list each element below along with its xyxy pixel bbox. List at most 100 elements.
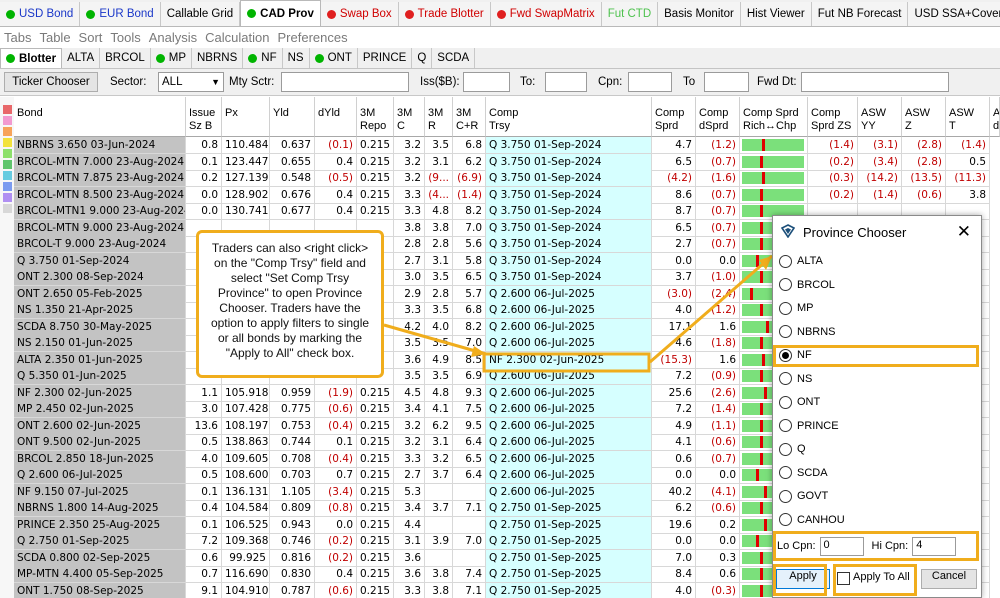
- tab-usd-ssa-covered[interactable]: USD SSA+Covered: [908, 2, 1000, 26]
- subtab-q[interactable]: Q: [412, 48, 433, 68]
- cell-trsy[interactable]: NF 2.300 02-Jun-2025: [486, 351, 652, 369]
- close-icon[interactable]: ✕: [957, 222, 971, 242]
- column-header-trsy[interactable]: Comp Trsy: [486, 97, 652, 137]
- cell-trsy[interactable]: Q 2.750 01-Sep-2025: [486, 549, 652, 567]
- color-swatch[interactable]: [3, 193, 12, 202]
- cell-trsy[interactable]: Q 3.750 01-Sep-2024: [486, 269, 652, 286]
- color-swatch[interactable]: [3, 182, 12, 191]
- color-swatch[interactable]: [3, 160, 12, 169]
- column-header-bond[interactable]: Bond: [14, 97, 186, 137]
- sector-select[interactable]: ALL ▼: [158, 72, 224, 92]
- subtab-scda[interactable]: SCDA: [432, 48, 476, 68]
- column-header-repo[interactable]: 3M Repo: [357, 97, 394, 137]
- cell-trsy[interactable]: Q 3.750 01-Sep-2024: [486, 252, 652, 270]
- column-header-z[interactable]: ASW Z: [902, 97, 946, 137]
- cell-trsy[interactable]: Q 2.600 06-Jul-2025: [486, 302, 652, 319]
- column-header-yy[interactable]: ASW YY: [858, 97, 902, 137]
- subtab-prince[interactable]: PRINCE: [358, 48, 413, 68]
- radio-option-alta[interactable]: ALTA: [779, 251, 823, 271]
- cell-trsy[interactable]: Q 2.600 06-Jul-2025: [486, 285, 652, 303]
- color-swatch[interactable]: [3, 138, 12, 147]
- cell-trsy[interactable]: Q 2.750 01-Sep-2025: [486, 500, 652, 517]
- subtab-brcol[interactable]: BRCOL: [100, 48, 151, 68]
- cell-trsy[interactable]: Q 2.600 06-Jul-2025: [486, 368, 652, 385]
- radio-button[interactable]: [779, 348, 792, 362]
- column-header-zs[interactable]: Comp Sprd ZS: [808, 97, 858, 137]
- cell-trsy[interactable]: Q 2.600 06-Jul-2025: [486, 384, 652, 402]
- cell-trsy[interactable]: Q 2.600 06-Jul-2025: [486, 434, 652, 451]
- radio-option-scda[interactable]: SCDA: [779, 463, 828, 483]
- subtab-alta[interactable]: ALTA: [62, 48, 101, 68]
- tab-eur-bond[interactable]: EUR Bond: [80, 2, 161, 26]
- radio-button[interactable]: [779, 254, 792, 268]
- cell-trsy[interactable]: Q 3.750 01-Sep-2024: [486, 153, 652, 171]
- tab-trade-blotter[interactable]: Trade Blotter: [398, 2, 491, 26]
- cell-trsy[interactable]: Q 2.750 01-Sep-2025: [486, 566, 652, 583]
- radio-option-mp[interactable]: MP: [779, 298, 814, 318]
- cpn-min-input[interactable]: [628, 72, 672, 92]
- cell-trsy[interactable]: Q 3.750 01-Sep-2024: [486, 137, 652, 154]
- cell-trsy[interactable]: Q 2.600 06-Jul-2025: [486, 318, 652, 336]
- column-header-sprd[interactable]: Comp Sprd: [652, 97, 696, 137]
- cell-trsy[interactable]: Q 2.750 01-Sep-2025: [486, 582, 652, 598]
- radio-option-brcol[interactable]: BRCOL: [779, 275, 835, 295]
- radio-button[interactable]: [779, 372, 792, 385]
- menu-preferences[interactable]: Preferences: [278, 30, 348, 45]
- color-swatch[interactable]: [3, 116, 12, 125]
- tab-fwd-swapmatrix[interactable]: Fwd SwapMatrix: [490, 2, 602, 26]
- menu-calculation[interactable]: Calculation: [205, 30, 269, 45]
- tab-callable-grid[interactable]: Callable Grid: [160, 2, 241, 26]
- subtab-blotter[interactable]: Blotter: [0, 48, 63, 68]
- menu-sort[interactable]: Sort: [79, 30, 103, 45]
- cell-trsy[interactable]: Q 2.600 06-Jul-2025: [486, 401, 652, 418]
- color-swatch[interactable]: [3, 127, 12, 136]
- ticker-chooser-button[interactable]: Ticker Chooser: [4, 72, 98, 92]
- tab-swap-box[interactable]: Swap Box: [320, 2, 399, 26]
- color-swatch[interactable]: [3, 204, 12, 213]
- menu-tools[interactable]: Tools: [110, 30, 140, 45]
- column-header-c[interactable]: 3M C: [394, 97, 425, 137]
- menu-tabs[interactable]: Tabs: [4, 30, 31, 45]
- cell-trsy[interactable]: Q 2.750 01-Sep-2025: [486, 516, 652, 534]
- subtab-nf[interactable]: NF: [243, 48, 283, 68]
- fwd-dt-input[interactable]: [801, 72, 949, 92]
- menu-analysis[interactable]: Analysis: [149, 30, 197, 45]
- tab-basis-monitor[interactable]: Basis Monitor: [658, 2, 741, 26]
- radio-option-govt[interactable]: GOVT: [779, 486, 828, 506]
- tab-usd-bond[interactable]: USD Bond: [0, 2, 81, 26]
- tab-hist-viewer[interactable]: Hist Viewer: [740, 2, 812, 26]
- radio-option-ns[interactable]: NS: [779, 369, 812, 389]
- cell-trsy[interactable]: Q 2.600 06-Jul-2025: [486, 450, 652, 468]
- mty-sctr-input[interactable]: [281, 72, 409, 92]
- menu-table[interactable]: Table: [39, 30, 70, 45]
- subtab-mp[interactable]: MP: [151, 48, 192, 68]
- cell-trsy[interactable]: Q 2.600 06-Jul-2025: [486, 467, 652, 484]
- radio-button[interactable]: [779, 325, 792, 338]
- radio-button[interactable]: [779, 301, 792, 315]
- cancel-button[interactable]: Cancel: [921, 569, 977, 589]
- radio-option-prince[interactable]: PRINCE: [779, 416, 839, 436]
- column-header-cr[interactable]: 3M C+R: [453, 97, 486, 137]
- radio-button[interactable]: [779, 419, 792, 432]
- radio-option-nf[interactable]: NF: [779, 345, 812, 365]
- iss-max-input[interactable]: [545, 72, 587, 92]
- color-swatch[interactable]: [3, 105, 12, 114]
- cell-trsy[interactable]: Q 3.750 01-Sep-2024: [486, 203, 652, 220]
- cell-trsy[interactable]: Q 2.600 06-Jul-2025: [486, 483, 652, 501]
- color-swatch[interactable]: [3, 149, 12, 158]
- column-header-r[interactable]: 3M R: [425, 97, 453, 137]
- cpn-max-input[interactable]: [704, 72, 749, 92]
- radio-option-ont[interactable]: ONT: [779, 392, 820, 412]
- column-header-dyld[interactable]: dYld: [315, 97, 357, 137]
- radio-option-nbrns[interactable]: NBRNS: [779, 322, 836, 342]
- cell-trsy[interactable]: Q 3.750 01-Sep-2024: [486, 219, 652, 237]
- column-header-iss[interactable]: Issue Sz B: [186, 97, 222, 137]
- cell-trsy[interactable]: Q 3.750 01-Sep-2024: [486, 186, 652, 204]
- radio-button[interactable]: [779, 395, 792, 409]
- cell-trsy[interactable]: Q 3.750 01-Sep-2024: [486, 170, 652, 187]
- column-header-rc[interactable]: Comp Sprd Rich↔Chp: [740, 97, 808, 137]
- cell-trsy[interactable]: Q 2.750 01-Sep-2025: [486, 533, 652, 550]
- cell-trsy[interactable]: Q 3.750 01-Sep-2024: [486, 236, 652, 253]
- subtab-ns[interactable]: NS: [283, 48, 310, 68]
- column-header-yld[interactable]: Yld: [270, 97, 315, 137]
